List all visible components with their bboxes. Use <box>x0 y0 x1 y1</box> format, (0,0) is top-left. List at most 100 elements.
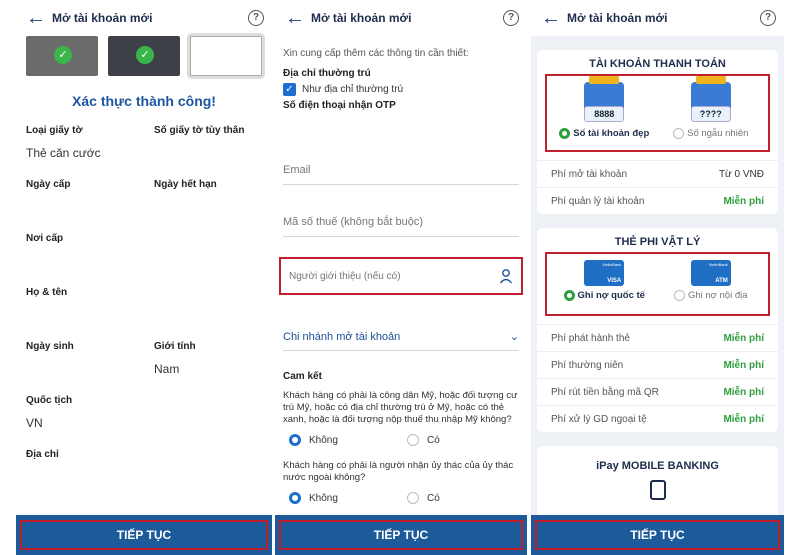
continue-button[interactable]: TIẾP TỤC <box>535 520 780 550</box>
continue-button[interactable]: TIẾP TỤC <box>279 520 523 550</box>
screen-account-options: ← Mở tài khoản mới ? TÀI KHOẢN THANH TOÁ… <box>531 0 784 555</box>
field-label: Địa chỉ <box>26 449 59 460</box>
field-label: Nơi cấp <box>26 233 64 244</box>
address-label: Địa chỉ thường trú <box>283 68 371 79</box>
header: ← Mở tài khoản mới ? <box>531 0 784 36</box>
back-arrow-icon[interactable]: ← <box>285 7 311 30</box>
card-type-options: VietinBank VISA Ghi nợ quốc tế VietinBank… <box>545 252 770 316</box>
fee-row: Phí rút tiền bằng mã QR Miễn phí <box>537 378 778 405</box>
back-arrow-icon[interactable]: ← <box>26 7 52 30</box>
ipay-card: iPay MOBILE BANKING <box>537 446 778 526</box>
radio-unselected-icon[interactable] <box>673 290 685 301</box>
referrer-input[interactable]: Người giới thiệu (nếu có) <box>279 257 523 295</box>
help-icon[interactable]: ? <box>503 10 519 26</box>
success-message: Xác thực thành công! <box>72 93 216 109</box>
otp-phone-label: Số điện thoại nhận OTP <box>283 100 396 111</box>
radio-yes[interactable]: Có <box>401 492 519 504</box>
help-icon[interactable]: ? <box>248 10 264 26</box>
ipay-title: iPay MOBILE BANKING <box>596 460 719 472</box>
intro-text: Xin cung cấp thêm các thông tin cần thiế… <box>283 48 469 59</box>
id-back-thumbnail: ✓ <box>108 36 180 76</box>
header: ← Mở tài khoản mới ? <box>275 0 527 36</box>
trustee-radio-group: Không Có <box>283 492 519 504</box>
visa-card-icon: VietinBank VISA <box>584 260 625 286</box>
footer-bar: TIẾP TỤC <box>531 515 784 555</box>
section-title: TÀI KHOẢN THANH TOÁN <box>589 58 726 70</box>
same-address-checkbox-row[interactable]: ✓ Như địa chỉ thường trú <box>283 83 519 96</box>
referrer-placeholder: Người giới thiệu (nếu có) <box>289 270 401 282</box>
fee-row: Phí phát hành thẻ Miễn phí <box>537 324 778 351</box>
field-full-name: Họ & tên <box>26 287 272 341</box>
page-title: Mở tài khoản mới <box>52 11 153 25</box>
radio-no[interactable]: Không <box>283 434 401 446</box>
screen-additional-info: ← Mở tài khoản mới ? Xin cung cấp thêm c… <box>275 0 527 555</box>
radio-unselected-icon[interactable] <box>673 128 685 139</box>
option-label: Số ngẫu nhiên <box>673 128 748 139</box>
wallet-icon: 8888 <box>584 76 625 122</box>
field-label: Số giấy tờ tùy thân <box>154 125 245 136</box>
branch-select[interactable]: Chi nhánh mở tài khoản ⌄ <box>283 323 519 351</box>
option-random-number[interactable]: ???? Số ngẫu nhiên <box>661 76 761 148</box>
person-badge-icon[interactable] <box>499 268 513 284</box>
fee-row: Phí thường niên Miễn phí <box>537 351 778 378</box>
radio-selected-icon[interactable] <box>559 128 571 139</box>
tax-code-input[interactable]: Mã số thuế (không bắt buộc) <box>283 207 519 237</box>
trustee-question: Khách hàng có phải là người nhận ủy thác… <box>283 460 514 483</box>
radio-label: Có <box>427 492 440 504</box>
header: ← Mở tài khoản mới ? <box>16 0 272 36</box>
field-issue-place: Nơi cấp <box>26 233 272 287</box>
radio-unselected-icon[interactable] <box>407 434 419 446</box>
phone-icon <box>649 480 666 500</box>
footer-bar: TIẾP TỤC <box>16 515 272 555</box>
field-address: Địa chỉ <box>26 449 272 503</box>
radio-selected-icon[interactable] <box>289 492 301 504</box>
page-title: Mở tài khoản mới <box>311 11 412 25</box>
field-value: VN <box>26 416 43 430</box>
field-value: Thẻ căn cước <box>26 146 101 160</box>
checkbox-checked-icon[interactable]: ✓ <box>283 83 296 96</box>
radio-unselected-icon[interactable] <box>407 492 419 504</box>
field-label: Ngày sinh <box>26 341 74 352</box>
field-birth-date: Ngày sinh <box>26 341 154 395</box>
field-label: Ngày hết hạn <box>154 179 217 190</box>
radio-label: Có <box>427 434 440 446</box>
id-info-grid: Loại giấy tờ Thẻ căn cước Số giấy tờ tùy … <box>16 125 272 503</box>
fee-row: Phí quản lý tài khoản Miễn phí <box>537 187 778 214</box>
continue-button[interactable]: TIẾP TỤC <box>20 520 268 550</box>
branch-label: Chi nhánh mở tài khoản <box>283 330 401 343</box>
email-input[interactable]: Email <box>283 155 519 185</box>
help-icon[interactable]: ? <box>760 10 776 26</box>
option-intl-debit[interactable]: VietinBank VISA Ghi nợ quốc tế <box>554 256 654 312</box>
payment-account-card: TÀI KHOẢN THANH TOÁN 8888 Số tài khoản đ… <box>537 50 778 214</box>
radio-selected-icon[interactable] <box>289 434 301 446</box>
number-code: ???? <box>690 106 731 122</box>
field-label: Loại giấy tờ <box>26 125 83 136</box>
option-domestic-debit[interactable]: VietinBank ATM Ghi nợ nội địa <box>661 256 761 312</box>
radio-label: Không <box>309 434 338 446</box>
selfie-thumbnail <box>190 36 262 76</box>
field-label: Quốc tịch <box>26 395 73 406</box>
section-title: THẺ PHI VẬT LÝ <box>614 236 701 248</box>
us-person-question: Khách hàng có phải là công dân Mỹ, hoặc … <box>283 390 518 425</box>
same-address-label: Như địa chỉ thường trú <box>302 84 404 95</box>
fee-row: Phí mở tài khoản Từ 0 VNĐ <box>537 160 778 187</box>
wallet-icon: ???? <box>690 76 731 122</box>
check-icon: ✓ <box>136 46 154 64</box>
radio-yes[interactable]: Có <box>401 434 519 446</box>
option-label: Ghi nợ quốc tế <box>563 290 645 301</box>
field-label: Giới tính <box>154 341 196 352</box>
radio-no[interactable]: Không <box>283 492 401 504</box>
document-thumbnails: ✓ ✓ <box>16 36 272 76</box>
radio-selected-icon[interactable] <box>563 290 575 301</box>
virtual-card-card: THẺ PHI VẬT LÝ VietinBank VISA Ghi nợ quố… <box>537 228 778 432</box>
commitment-label: Cam kết <box>283 371 322 382</box>
field-expiry-date: Ngày hết hạn <box>154 179 272 233</box>
option-nice-number[interactable]: 8888 Số tài khoản đẹp <box>554 76 654 148</box>
field-nationality: Quốc tịch VN <box>26 395 272 449</box>
form-body: Xin cung cấp thêm các thông tin cần thiế… <box>275 48 527 504</box>
check-icon: ✓ <box>54 46 72 64</box>
fee-row: Phí xử lý GD ngoại tệ Miễn phí <box>537 405 778 432</box>
page-title: Mở tài khoản mới <box>567 11 668 25</box>
field-doc-type: Loại giấy tờ Thẻ căn cước <box>26 125 154 179</box>
back-arrow-icon[interactable]: ← <box>541 7 567 30</box>
